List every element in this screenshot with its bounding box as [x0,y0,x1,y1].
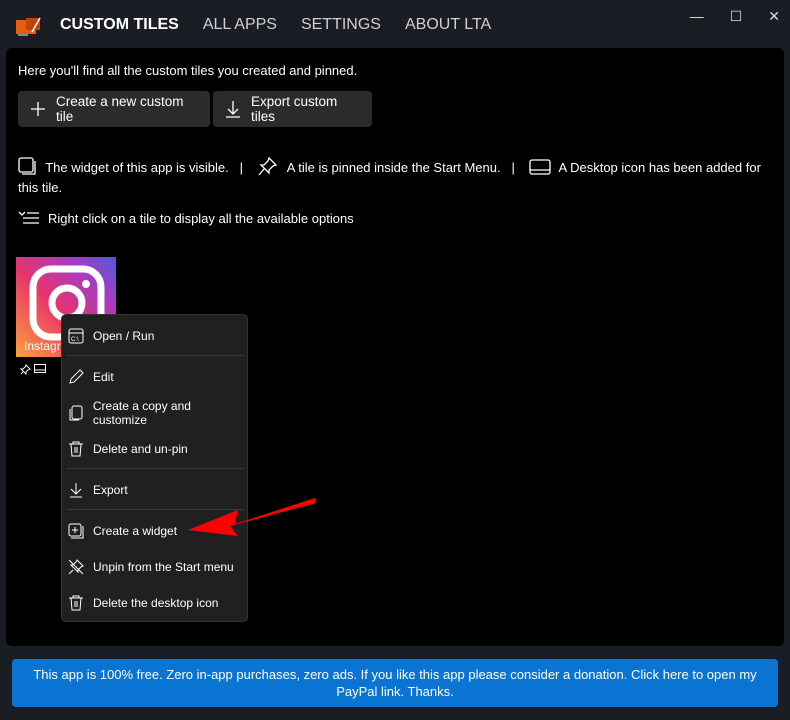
add-widget-icon [68,523,84,539]
menu-delete-desktop-icon[interactable]: Delete the desktop icon [68,591,218,615]
minimize-button[interactable]: — [690,8,704,25]
list-icon [18,211,39,224]
tab-all-apps[interactable]: ALL APPS [203,16,277,34]
tab-custom-tiles[interactable]: CUSTOM TILES [60,16,179,34]
trash-icon [69,595,83,611]
download-icon [70,483,82,498]
widget-icon [18,157,36,175]
menu-unpin[interactable]: Unpin from the Start menu [68,555,234,579]
close-button[interactable]: ✕ [768,8,780,25]
hint: Right click on a tile to display all the… [18,210,354,226]
pin-icon [20,364,31,375]
main-nav: CUSTOM TILES ALL APPS SETTINGS ABOUT LTA [60,16,491,34]
download-icon [225,100,241,118]
desktop-icon [34,364,46,373]
create-tile-button[interactable]: Create a new custom tile [18,91,210,127]
trash-icon [69,441,83,457]
unpin-icon [68,559,84,575]
tab-about[interactable]: ABOUT LTA [405,16,491,34]
plus-icon [30,101,46,117]
terminal-icon: C:\ [68,328,84,344]
app-logo [16,16,42,36]
donation-banner[interactable]: This app is 100% free. Zero in-app purch… [12,659,778,707]
context-menu: C:\ Open / Run Edit Create a copy and cus… [61,314,248,622]
menu-edit[interactable]: Edit [68,365,114,389]
menu-delete-unpin[interactable]: Delete and un-pin [68,437,188,461]
menu-create-widget[interactable]: Create a widget [68,519,177,543]
export-tiles-button[interactable]: Export custom tiles [213,91,372,127]
pin-icon [258,156,278,176]
menu-open-run[interactable]: C:\ Open / Run [68,324,154,348]
legend: The widget of this app is visible. | A t… [18,156,768,198]
menu-export[interactable]: Export [68,478,128,502]
tile-status-icons [20,364,46,375]
tab-settings[interactable]: SETTINGS [301,16,381,34]
pencil-icon [69,369,84,384]
copy-icon [69,405,83,421]
maximize-button[interactable]: ☐ [730,8,743,25]
desktop-icon [529,159,551,175]
menu-copy[interactable]: Create a copy and customize [68,399,247,427]
svg-text:C:\: C:\ [71,337,79,343]
intro-text: Here you'll find all the custom tiles yo… [18,63,358,78]
red-arrow-annotation [188,498,316,536]
